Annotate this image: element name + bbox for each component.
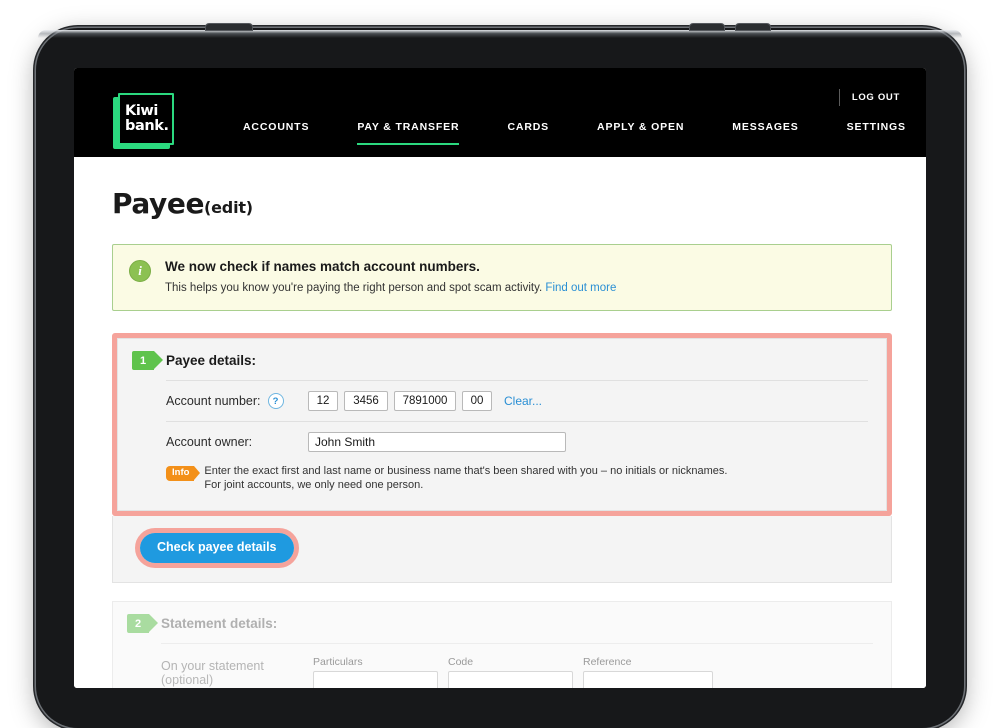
- account-owner-input[interactable]: [308, 432, 566, 452]
- account-number-label-wrap: Account number: ?: [166, 393, 308, 409]
- logout-area: LOG OUT: [838, 89, 900, 106]
- hint-line-2: For joint accounts, we only need one per…: [204, 479, 424, 491]
- page-title: Payee(edit): [112, 187, 926, 220]
- account-number-row: Account number: ? Clear...: [166, 380, 868, 421]
- find-out-more-link[interactable]: Find out more: [545, 282, 616, 294]
- statement-details-title: Statement details:: [161, 616, 278, 631]
- particulars-field: Particulars: [313, 656, 438, 688]
- main-navigation: ACCOUNTS PAY & TRANSFER CARDS APPLY & OP…: [219, 121, 926, 157]
- site-header: Kiwi bank. LOG OUT ACCOUNTS PAY & TRANSF…: [74, 68, 926, 157]
- statement-fields-row: On your statement (optional) Particulars…: [161, 643, 873, 688]
- kiwibank-logo[interactable]: Kiwi bank.: [113, 93, 174, 149]
- page-title-subtitle: (edit): [204, 198, 253, 217]
- code-input[interactable]: [448, 671, 573, 688]
- reference-label: Reference: [583, 656, 632, 668]
- payee-details-panel: 1 Payee details: Account number: ? 12 34…: [117, 338, 887, 511]
- account-owner-label: Account owner:: [166, 435, 253, 449]
- step-1-badge: 1: [132, 351, 163, 370]
- statement-row-label-text: On your statement: [161, 659, 264, 673]
- device-volume-down-button[interactable]: [736, 24, 770, 30]
- particulars-label: Particulars: [313, 656, 363, 668]
- question-mark-icon[interactable]: ?: [267, 393, 284, 409]
- reference-input[interactable]: [583, 671, 713, 688]
- account-number-fields: Clear...: [308, 391, 542, 411]
- account-owner-label-wrap: Account owner:: [166, 435, 308, 449]
- statement-details-panel: 2 Statement details: On your statement (…: [112, 601, 892, 688]
- info-badge: Info: [166, 466, 201, 481]
- device-power-button[interactable]: [206, 24, 252, 30]
- nav-item-apply-and-open[interactable]: APPLY & OPEN: [573, 121, 708, 157]
- logout-link[interactable]: LOG OUT: [852, 92, 900, 103]
- logo-text-line2: bank.: [125, 118, 169, 134]
- payee-details-header: 1 Payee details:: [132, 351, 868, 380]
- payee-details-highlight-annotation: 1 Payee details: Account number: ? 12 34…: [112, 333, 892, 516]
- nav-item-pay-and-transfer[interactable]: PAY & TRANSFER: [333, 121, 483, 157]
- info-circle-icon: i: [129, 260, 151, 282]
- notice-body-text: This helps you know you're paying the ri…: [165, 282, 543, 294]
- statement-details-header: 2 Statement details:: [127, 614, 873, 643]
- logo-text-line1: Kiwi: [125, 103, 158, 119]
- account-number-bank-input[interactable]: [308, 391, 338, 411]
- page-body: Payee(edit) i We now check if names matc…: [74, 187, 926, 688]
- notice-body: This helps you know you're paying the ri…: [165, 282, 875, 294]
- page-title-main: Payee: [112, 187, 205, 220]
- account-number-suffix-input[interactable]: [462, 391, 492, 411]
- nav-item-cards[interactable]: CARDS: [483, 121, 573, 157]
- account-number-branch-input[interactable]: [344, 391, 388, 411]
- account-owner-hint-text: Enter the exact first and last name or b…: [204, 464, 727, 492]
- account-number-label: Account number:: [166, 394, 261, 408]
- reference-field: Reference: [583, 656, 713, 688]
- logout-divider: [838, 89, 840, 106]
- notice-title: We now check if names match account numb…: [165, 259, 480, 274]
- logo-block: Kiwi bank.: [118, 93, 174, 145]
- code-field: Code: [448, 656, 573, 688]
- payee-details-panel-inner: 1 Payee details: Account number: ? 12 34…: [118, 339, 886, 510]
- particulars-input[interactable]: [313, 671, 438, 688]
- device-volume-up-button[interactable]: [690, 24, 724, 30]
- tablet-screen: Kiwi bank. LOG OUT ACCOUNTS PAY & TRANSF…: [74, 68, 926, 688]
- name-check-notice-banner: i We now check if names match account nu…: [112, 244, 892, 311]
- hint-line-1: Enter the exact first and last name or b…: [204, 465, 728, 477]
- check-payee-button-highlight-annotation: Check payee details: [135, 528, 299, 568]
- notice-text-block: We now check if names match account numb…: [165, 259, 875, 294]
- check-payee-panel: Check payee details: [112, 516, 892, 583]
- account-owner-row: Account owner:: [166, 421, 868, 462]
- clear-account-number-link[interactable]: Clear...: [504, 394, 542, 408]
- nav-item-messages[interactable]: MESSAGES: [708, 121, 822, 157]
- nav-item-settings[interactable]: SETTINGS: [823, 121, 926, 157]
- nav-item-accounts[interactable]: ACCOUNTS: [219, 121, 333, 157]
- statement-row-optional-tag: (optional): [161, 673, 214, 687]
- check-payee-details-button[interactable]: Check payee details: [140, 533, 294, 563]
- payee-details-title: Payee details:: [166, 353, 257, 368]
- account-owner-hint: Info Enter the exact first and last name…: [166, 462, 868, 496]
- statement-row-label: On your statement (optional): [161, 659, 303, 688]
- code-label: Code: [448, 656, 474, 668]
- account-number-account-input[interactable]: [394, 391, 456, 411]
- step-2-badge: 2: [127, 614, 158, 633]
